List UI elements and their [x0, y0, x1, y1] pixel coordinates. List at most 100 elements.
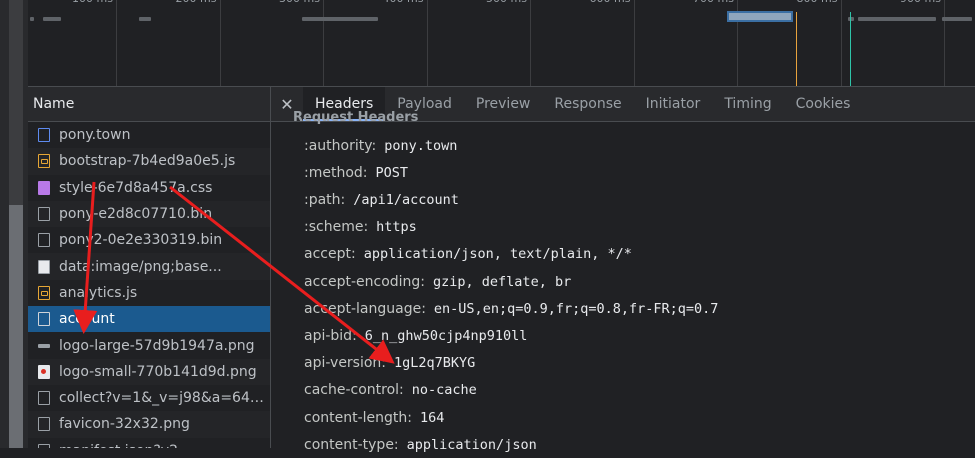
request-name: account [59, 311, 115, 328]
request-name: bootstrap-7b4ed9a0e5.js [59, 153, 236, 170]
timeline-gridline [219, 0, 221, 86]
document-icon [38, 128, 50, 143]
timeline-gridline [530, 0, 531, 86]
request-name: favicon-32x32.png [59, 416, 190, 433]
header-row: :path: /api1/account [304, 186, 459, 213]
request-list: Name pony.town bootstrap-7b4ed9a0e5.js sty… [28, 87, 271, 448]
request-name: logo-small-770b141d9d.png [59, 363, 257, 380]
timeline-gridline [944, 0, 945, 86]
tab-timing[interactable]: Timing [712, 87, 783, 121]
script-icon [38, 285, 50, 300]
name-column-header[interactable]: Name [28, 87, 270, 122]
timeline-tick-label: 300 ms [279, 0, 320, 5]
request-name: pony.town [59, 127, 131, 144]
timeline-tick-label: 800 ms [797, 0, 838, 5]
header-key: :path: [304, 191, 346, 208]
header-row: accept: application/json, text/plain, */* [304, 241, 632, 268]
request-name: collect?v=1&_v=j98&a=6479... [59, 390, 270, 407]
request-name: pony-e2d8c07710.bin [59, 206, 213, 223]
request-row[interactable]: logo-small-770b141d9d.png [28, 358, 270, 385]
header-value: 164 [420, 409, 445, 426]
header-value: gzip, deflate, br [433, 273, 572, 290]
file-icon [38, 207, 50, 222]
image-icon [38, 364, 50, 379]
request-row[interactable]: analytics.js [28, 280, 270, 306]
timeline-bar [302, 17, 378, 21]
header-value: pony.town [384, 137, 458, 154]
header-value: /api1/account [353, 191, 459, 208]
header-key: :scheme: [304, 219, 369, 236]
header-row: accept-language: en-US,en;q=0.9,fr;q=0.8,… [304, 295, 718, 322]
header-row: cache-control: no-cache [304, 377, 477, 404]
timeline-tick-label: 100 ms [72, 0, 113, 5]
request-name: pony2-0e2e330319.bin [59, 232, 223, 249]
window-left-strip [0, 0, 28, 448]
request-row[interactable]: logo-large-57d9b1947a.png [28, 332, 270, 358]
section-title[interactable]: Request Headers [293, 110, 418, 125]
timeline-bar [848, 17, 854, 21]
header-key: :authority: [304, 137, 377, 154]
network-overview-timeline[interactable]: 100 ms 200 ms 300 ms 400 ms 500 ms 600 ms 700 … [28, 0, 975, 87]
header-value: POST [375, 164, 409, 181]
script-icon [38, 154, 50, 169]
load-event-line [850, 12, 851, 86]
scrollbar-thumb[interactable] [9, 205, 23, 448]
header-key: accept-language: [304, 300, 426, 317]
request-row[interactable]: account [28, 306, 270, 333]
request-row[interactable]: data:image/png;base... [28, 253, 270, 280]
request-row[interactable]: collect?v=1&_v=j98&a=6479... [28, 385, 270, 411]
image-icon [38, 259, 50, 274]
dom-content-loaded-line [796, 12, 797, 86]
file-icon [38, 443, 50, 448]
request-row[interactable]: style-6e7d8a457a.css [28, 175, 270, 201]
timeline-bar [942, 17, 972, 21]
header-key: cache-control: [304, 382, 404, 399]
tab-cookies[interactable]: Cookies [784, 87, 863, 121]
request-row[interactable]: pony2-0e2e330319.bin [28, 227, 270, 253]
timeline-tick-label: 900 ms [900, 0, 941, 5]
tab-preview[interactable]: Preview [464, 87, 543, 121]
header-row: content-length: 164 [304, 404, 444, 431]
timeline-request-bar [727, 11, 793, 22]
header-key: content-type: [304, 436, 399, 453]
timeline-gridline [633, 0, 635, 86]
header-row: accept-encoding: gzip, deflate, br [304, 268, 571, 295]
timeline-bar [139, 17, 151, 21]
request-row[interactable]: bootstrap-7b4ed9a0e5.js [28, 148, 270, 175]
header-row: content-type: application/json [304, 431, 537, 458]
header-key: api-version: [304, 355, 387, 372]
timeline-bar [30, 17, 34, 21]
header-row: :method: POST [304, 159, 408, 186]
header-value: no-cache [411, 382, 477, 399]
request-details-panel: ✕ Headers Payload Preview Response Initiator… [271, 87, 975, 453]
header-value: application/json, text/plain, */* [363, 246, 632, 263]
request-name: style-6e7d8a457a.css [59, 179, 213, 196]
image-icon [38, 343, 50, 348]
timeline-tick-label: 600 ms [590, 0, 631, 5]
file-icon [38, 391, 50, 406]
name-column-label: Name [33, 96, 75, 112]
request-row[interactable]: pony-e2d8c07710.bin [28, 200, 270, 228]
header-key: accept: [304, 246, 356, 263]
request-name: analytics.js [59, 284, 138, 301]
header-row: :scheme: https [304, 214, 417, 241]
file-icon [38, 233, 50, 248]
timeline-bar [858, 17, 936, 21]
header-key: accept-encoding: [304, 273, 426, 290]
header-row: :authority: pony.town [304, 132, 457, 159]
request-row[interactable]: manifest.json?v2 [28, 438, 270, 448]
header-value: en-US,en;q=0.9,fr;q=0.8,fr-FR;q=0.7 [433, 300, 719, 317]
request-row[interactable]: pony.town [28, 122, 270, 148]
header-value: https [376, 219, 417, 236]
request-name: logo-large-57d9b1947a.png [59, 337, 255, 354]
timeline-tick-label: 400 ms [383, 0, 424, 5]
timeline-gridline [840, 0, 842, 86]
xhr-icon [38, 312, 50, 327]
tab-initiator[interactable]: Initiator [634, 87, 713, 121]
header-value: 1gL2q7BKYG [394, 355, 476, 372]
header-key: content-length: [304, 409, 412, 426]
header-key: :method: [304, 164, 368, 181]
request-row[interactable]: favicon-32x32.png [28, 411, 270, 438]
tab-response[interactable]: Response [542, 87, 633, 121]
timeline-tick-label: 200 ms [176, 0, 217, 5]
